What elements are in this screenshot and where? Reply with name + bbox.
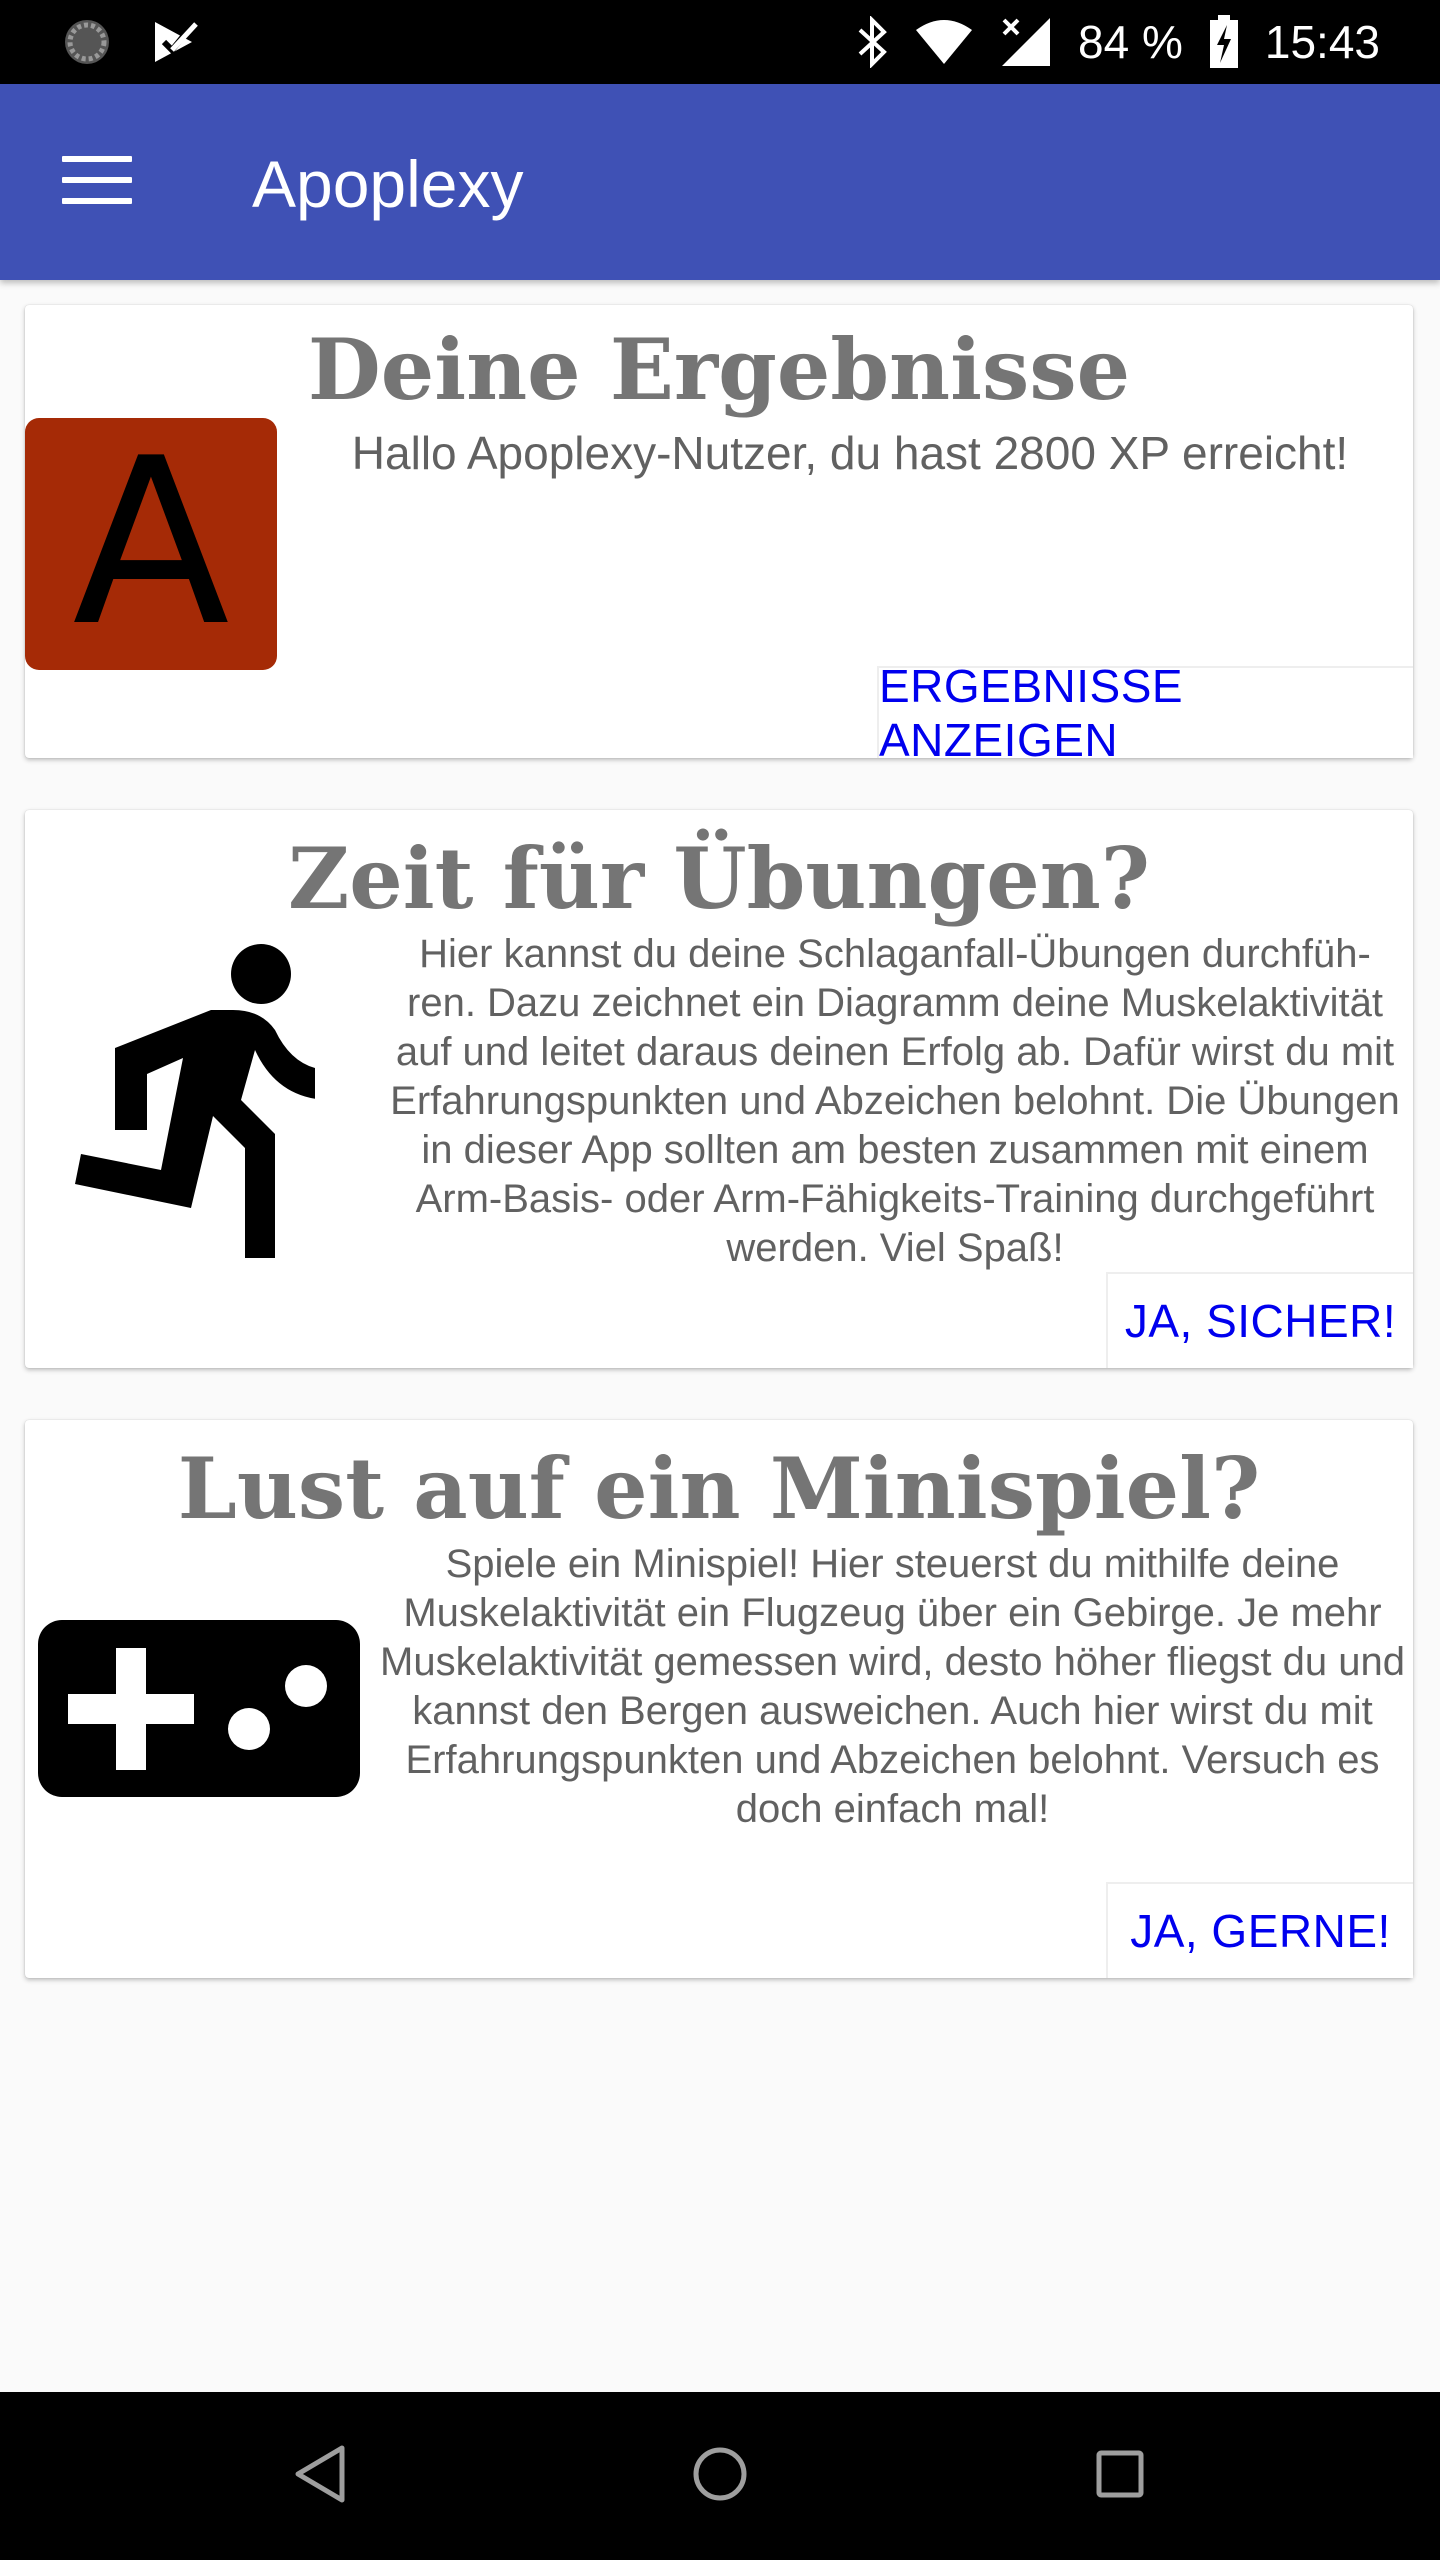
show-results-button[interactable]: ERGEBNISSE ANZEIGEN: [877, 660, 1413, 766]
back-icon[interactable]: [290, 2442, 350, 2506]
exercises-card-title: Zeit für Übungen?: [287, 829, 1151, 928]
clock: 15:43: [1264, 16, 1380, 68]
home-icon[interactable]: [690, 2442, 750, 2506]
status-bar: 84 % 15:43: [0, 0, 1440, 84]
exercises-card-text: Hier kannst du deine Schlaganfall-Übunge…: [390, 932, 1400, 1270]
start-exercises-button[interactable]: JA, SICHER!: [1106, 1272, 1413, 1368]
recents-icon[interactable]: [1090, 2442, 1150, 2506]
results-card-title: Deine Ergebnisse: [307, 320, 1131, 419]
user-avatar: A: [25, 418, 277, 670]
status-right-icons: 84 % 15:43: [856, 0, 1380, 84]
minigame-card: Lust auf ein Minispiel? Spiele ein Minis…: [25, 1420, 1413, 1978]
app-bar: Apoplexy: [0, 84, 1440, 280]
signal-icon: [1002, 18, 1051, 66]
app-title: Apoplexy: [252, 147, 524, 221]
minigame-card-text: Spiele ein Minispiel! Hier steuerst du m…: [380, 1542, 1405, 1831]
wifi-icon: [916, 20, 973, 64]
minigame-card-title: Lust auf ein Minispiel?: [177, 1439, 1261, 1538]
check-flag-icon: [155, 22, 198, 62]
sync-icon: [65, 20, 109, 64]
battery-percent: 84 %: [1078, 16, 1183, 68]
battery-icon: [1209, 15, 1238, 68]
status-left-icons: [62, 16, 198, 68]
running-person-icon: [75, 944, 315, 1258]
gamepad-icon: [38, 1620, 360, 1797]
exercises-card: Zeit für Übungen? Hier kannst du deine S…: [25, 810, 1413, 1368]
results-card-text: Hallo Apoplexy-Nutzer, du hast 2800 XP e…: [351, 427, 1349, 479]
start-minigame-button[interactable]: JA, GERNE!: [1106, 1882, 1413, 1978]
navigation-bar: [0, 2392, 1440, 2560]
hamburger-menu-icon[interactable]: [62, 156, 132, 208]
bluetooth-icon: [858, 16, 887, 68]
avatar-letter: A: [72, 410, 230, 677]
results-card: Deine Ergebnisse A Hallo Apoplexy-Nutzer…: [25, 305, 1413, 766]
